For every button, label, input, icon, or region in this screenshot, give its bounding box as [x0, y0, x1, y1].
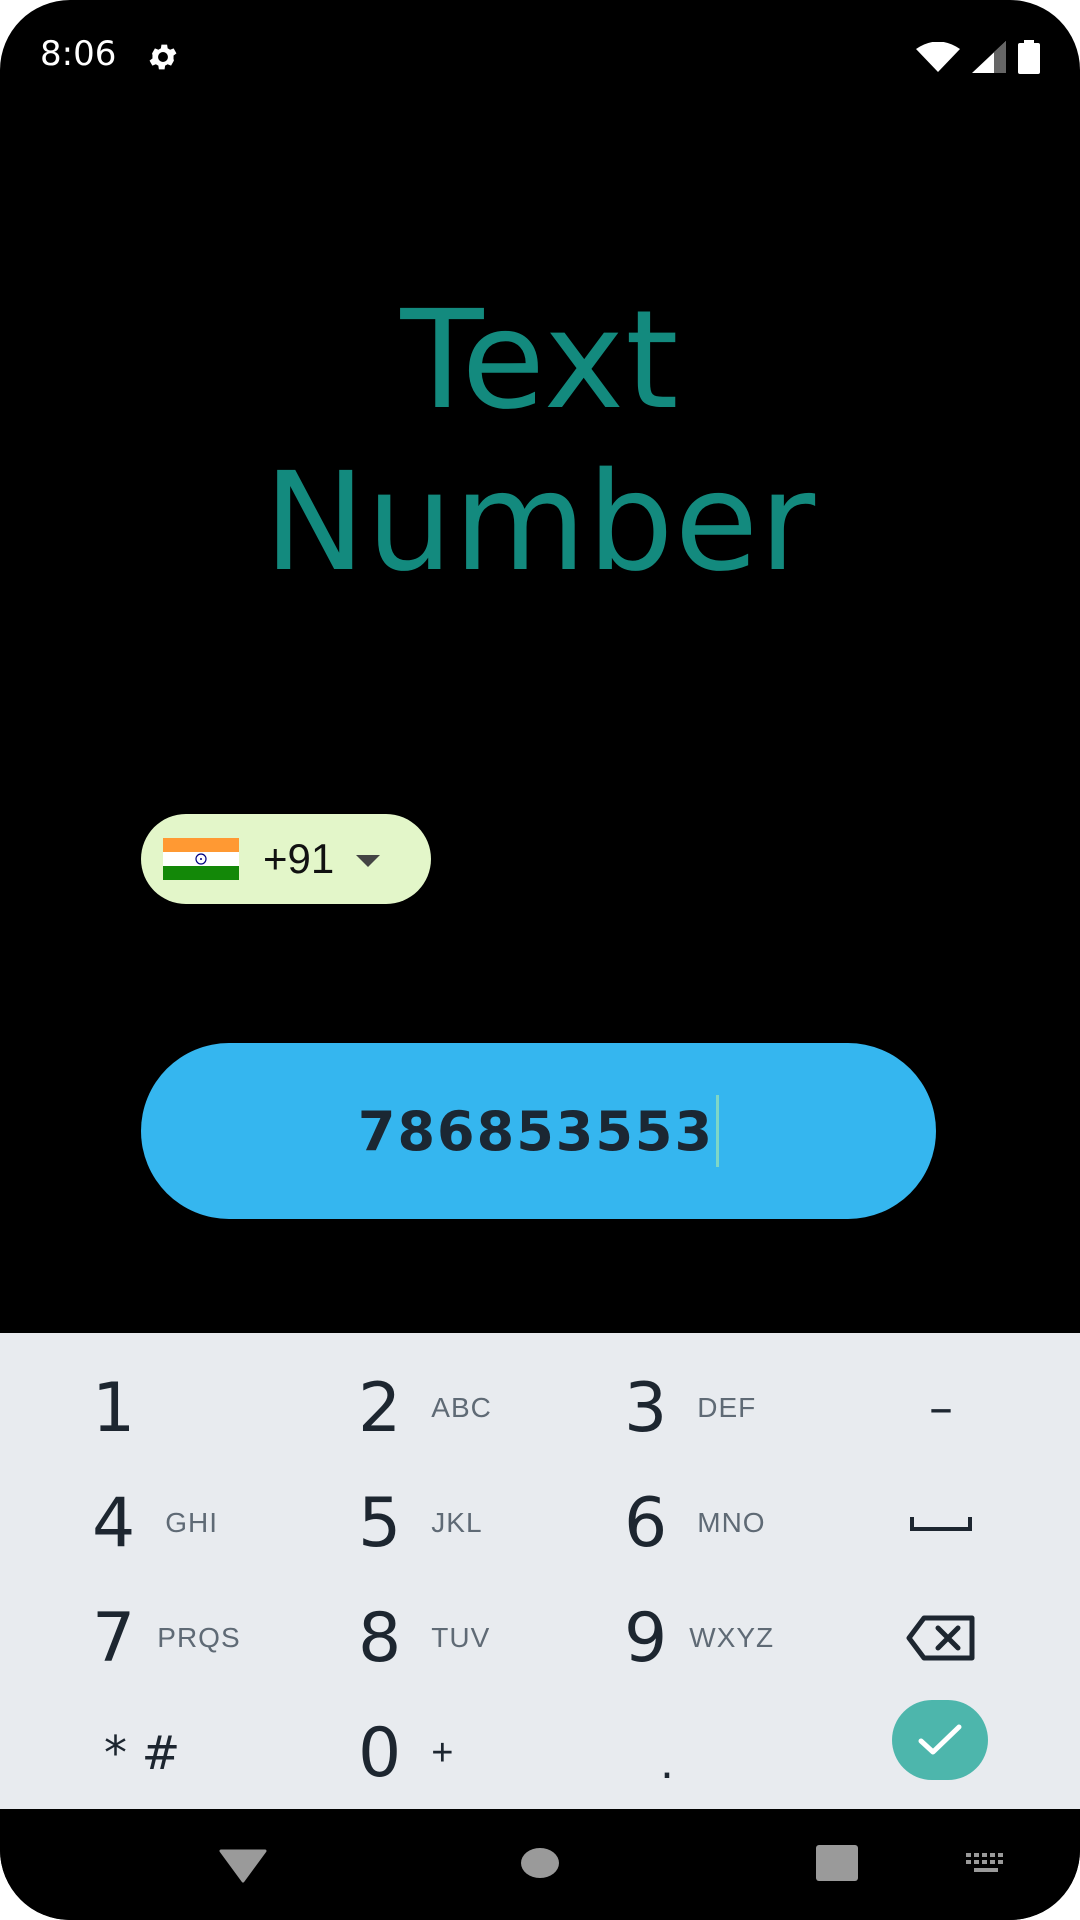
key-digit: 5: [358, 1483, 402, 1563]
back-icon[interactable]: [219, 1849, 267, 1883]
key-digit: 8: [358, 1598, 402, 1678]
dash-key[interactable]: –: [886, 1353, 996, 1463]
key-symbols[interactable]: * #: [104, 1698, 180, 1808]
india-flag-icon: [163, 838, 239, 880]
navigation-bar: [0, 1809, 1080, 1920]
key-letters: +: [431, 1731, 455, 1774]
key-letters: MNO: [697, 1507, 766, 1538]
key-7[interactable]: 7 PRQS: [92, 1583, 241, 1693]
key-digit: * #: [104, 1726, 181, 1780]
key-letters: ABC: [431, 1392, 492, 1423]
key-dot[interactable]: .: [660, 1708, 674, 1818]
key-8[interactable]: 8 TUV: [358, 1583, 490, 1693]
dropdown-arrow-icon: [356, 855, 381, 867]
title-line-2: Number: [263, 444, 817, 602]
battery-icon: [1018, 40, 1040, 74]
home-icon[interactable]: [520, 1847, 560, 1879]
status-time: 8:06: [40, 34, 117, 74]
key-letters: JKL: [431, 1507, 483, 1538]
key-letters: TUV: [431, 1622, 491, 1653]
dash-label: –: [929, 1380, 953, 1436]
dial-code: +91: [263, 835, 335, 882]
key-digit: .: [660, 1737, 674, 1789]
cell-signal-icon: [972, 41, 1006, 73]
key-letters: WXYZ: [689, 1622, 775, 1653]
key-6[interactable]: 6 MNO: [624, 1468, 766, 1578]
key-5[interactable]: 5 JKL: [358, 1468, 483, 1578]
key-digit: 3: [624, 1368, 668, 1448]
done-button[interactable]: [892, 1700, 988, 1780]
key-letters: GHI: [165, 1507, 219, 1538]
space-bar-icon: [910, 1517, 972, 1531]
phone-number-input[interactable]: 786853553: [141, 1043, 936, 1219]
phone-number-value: 786853553: [357, 1099, 715, 1163]
key-9[interactable]: 9 WXYZ: [624, 1583, 774, 1693]
backspace-key[interactable]: [886, 1583, 996, 1693]
key-digit: 4: [92, 1483, 136, 1563]
key-2[interactable]: 2 ABC: [358, 1353, 492, 1463]
status-icons: [916, 40, 1040, 74]
key-digit: 6: [624, 1483, 668, 1563]
settings-icon: [149, 44, 177, 70]
country-code-picker[interactable]: +91: [141, 814, 431, 904]
key-digit: 0: [358, 1713, 402, 1793]
key-4[interactable]: 4 GHI: [92, 1468, 218, 1578]
recents-icon[interactable]: [816, 1845, 858, 1881]
key-letters: PRQS: [157, 1622, 241, 1653]
key-digit: 9: [624, 1598, 668, 1678]
key-letters: DEF: [697, 1392, 757, 1423]
checkmark-icon: [918, 1724, 962, 1755]
space-key[interactable]: [886, 1468, 996, 1578]
key-digit: 7: [92, 1598, 136, 1678]
text-cursor: [716, 1095, 720, 1167]
keyboard-switch-icon[interactable]: [964, 1851, 1008, 1877]
key-3[interactable]: 3 DEF: [624, 1353, 756, 1463]
key-1[interactable]: 1: [92, 1353, 135, 1463]
status-bar: 8:06: [0, 0, 1080, 115]
phone-screen: 8:06 Text Number +91 786853553 1 2 ABC 3…: [0, 0, 1080, 1920]
key-0[interactable]: 0 +: [358, 1698, 454, 1808]
page-title: Text Number: [0, 280, 1080, 604]
key-digit: 1: [92, 1368, 136, 1448]
backspace-icon: [906, 1615, 975, 1661]
key-digit: 2: [358, 1368, 402, 1448]
wifi-icon: [916, 42, 960, 72]
title-line-1: Text: [400, 282, 680, 440]
